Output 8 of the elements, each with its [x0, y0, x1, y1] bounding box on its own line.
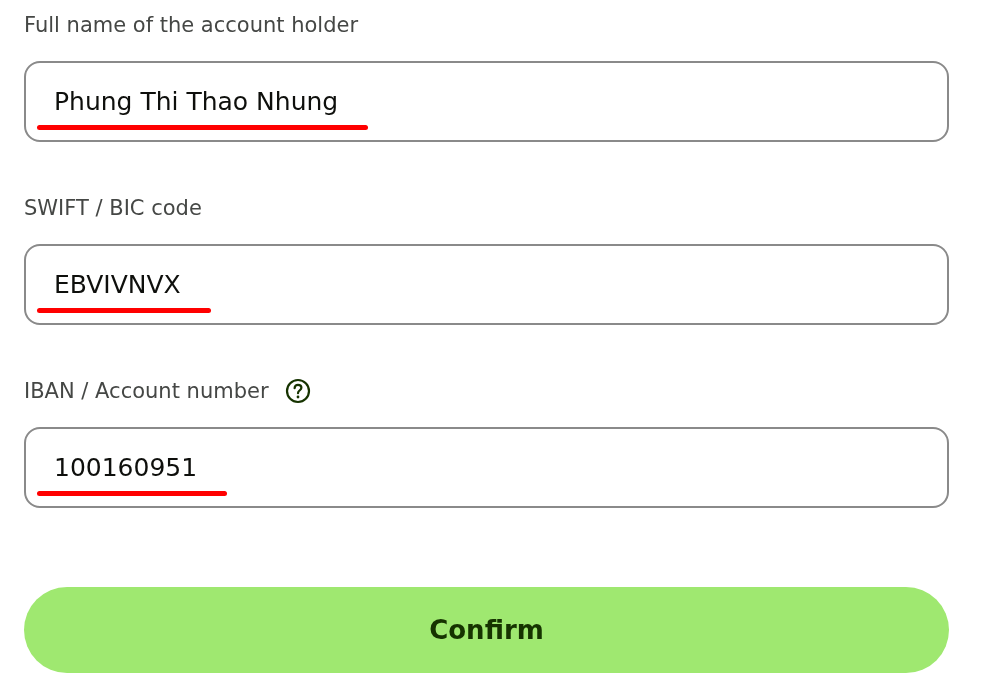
input-field[interactable]: EBVIVNVX [24, 244, 949, 325]
input-field[interactable]: Phung Thi Thao Nhung [24, 61, 949, 142]
field-label: IBAN / Account number [24, 379, 269, 403]
field-label: Full name of the account holder [24, 13, 359, 37]
help-icon[interactable] [284, 378, 311, 404]
field-label: SWIFT / BIC code [24, 196, 202, 220]
confirm-button[interactable]: Confirm [24, 587, 949, 673]
input-field[interactable]: 100160951 [24, 427, 949, 508]
